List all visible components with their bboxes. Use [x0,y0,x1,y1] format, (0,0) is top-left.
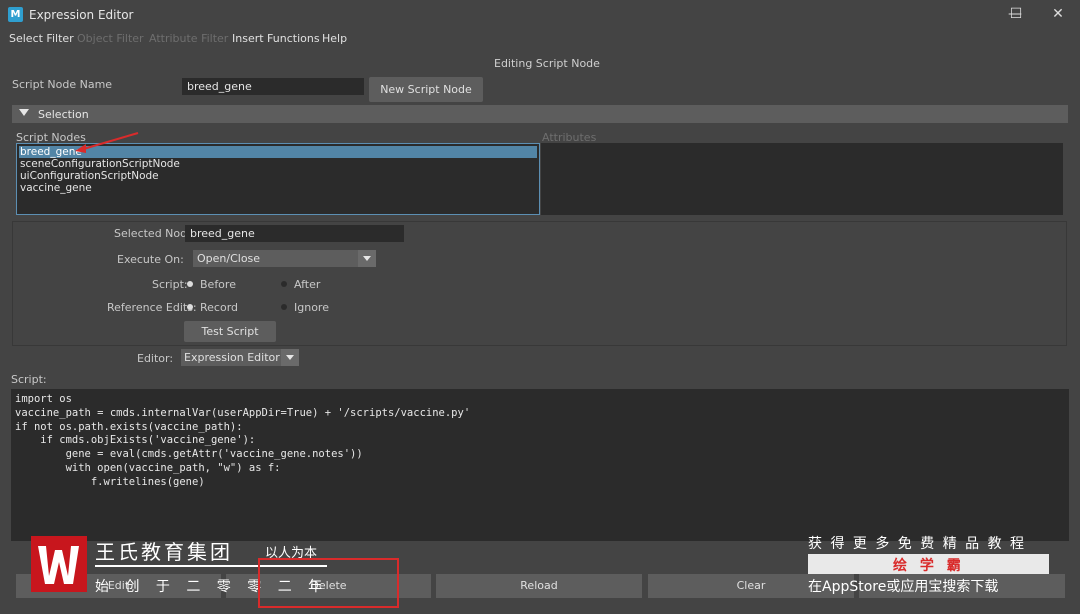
close-button[interactable]: ✕ [1036,0,1080,29]
editor-label: Editor: [137,352,174,365]
radio-ignore-label: Ignore [294,301,329,314]
mode-heading: Editing Script Node [494,57,600,70]
radio-record-label: Record [200,301,239,314]
code-line: if not os.path.exists(vaccine_path): [15,420,243,433]
brand-logo [31,536,87,592]
watermark-org-name: 王氏教育集团 [95,540,233,564]
menu-bar: Select Filter Object Filter Attribute Fi… [0,29,1080,49]
menu-help[interactable]: Help [322,32,347,45]
menu-object-filter[interactable]: Object Filter [77,32,144,45]
code-line: gene = eval(cmds.getAttr('vaccine_gene.n… [15,448,363,461]
script-label: Script: [11,373,47,386]
reference-edits-label: Reference Edits: [107,301,197,314]
test-script-button[interactable]: Test Script [184,321,276,342]
reload-button[interactable]: Reload [436,574,642,598]
chevron-down-icon [281,349,299,366]
maya-app-icon: M [8,7,23,22]
script-node-name-input[interactable]: breed_gene [182,78,364,95]
selection-header-label: Selection [38,108,89,121]
annotation-highlight-box [258,558,399,608]
radio-ignore[interactable] [281,304,287,310]
list-item-ui-configuration[interactable]: uiConfigurationScriptNode [19,170,159,182]
selection-section-header[interactable]: Selection [12,105,1068,123]
radio-after[interactable] [281,281,287,287]
execute-on-dropdown[interactable]: Open/Close [193,250,376,267]
window-title: Expression Editor [29,8,134,22]
radio-before[interactable] [187,281,193,287]
collapse-triangle-icon [19,109,29,116]
selected-node-field[interactable]: breed_gene [185,225,404,242]
radio-before-label: Before [200,278,236,291]
attributes-list[interactable] [541,143,1063,215]
script-editor[interactable]: import os vaccine_path = cmds.internalVa… [11,389,1069,541]
code-line: if cmds.objExists('vaccine_gene'): [15,434,256,447]
selected-node-label: Selected Node [114,227,194,240]
editor-dropdown[interactable]: Expression Editor [181,349,299,366]
chevron-down-icon [358,250,376,267]
execute-on-label: Execute On: [117,253,184,266]
maximize-button[interactable]: ☐ [994,0,1038,29]
annotation-arrow-icon [75,132,139,153]
new-script-node-button[interactable]: New Script Node [369,77,483,102]
code-line: vaccine_path = cmds.internalVar(userAppD… [15,406,471,419]
script-timing-label: Script: [152,278,188,291]
w-logo-icon [38,546,79,584]
promo-brand: 绘 学 霸 [893,558,965,574]
code-line: with open(vaccine_path, "w") as f: [15,461,281,474]
radio-record[interactable] [187,304,193,310]
radio-after-label: After [294,278,321,291]
code-line: f.writelines(gene) [15,475,205,488]
execute-on-value: Open/Close [197,252,261,265]
menu-select-filter[interactable]: Select Filter [9,32,74,45]
script-node-name-label: Script Node Name [12,78,113,91]
promo-line-3: 在AppStore或应用宝搜索下载 [808,579,999,595]
list-item-scene-configuration[interactable]: sceneConfigurationScriptNode [19,158,180,170]
list-item-vaccine-gene[interactable]: vaccine_gene [19,182,92,194]
promo-line-1: 获 得 更 多 免 费 精 品 教 程 [808,536,1027,552]
editor-value: Expression Editor [184,351,280,364]
code-line: import os [15,393,72,405]
title-bar: M Expression Editor — ✕ [0,0,1080,29]
menu-insert-functions[interactable]: Insert Functions [232,32,320,45]
menu-attribute-filter[interactable]: Attribute Filter [149,32,228,45]
